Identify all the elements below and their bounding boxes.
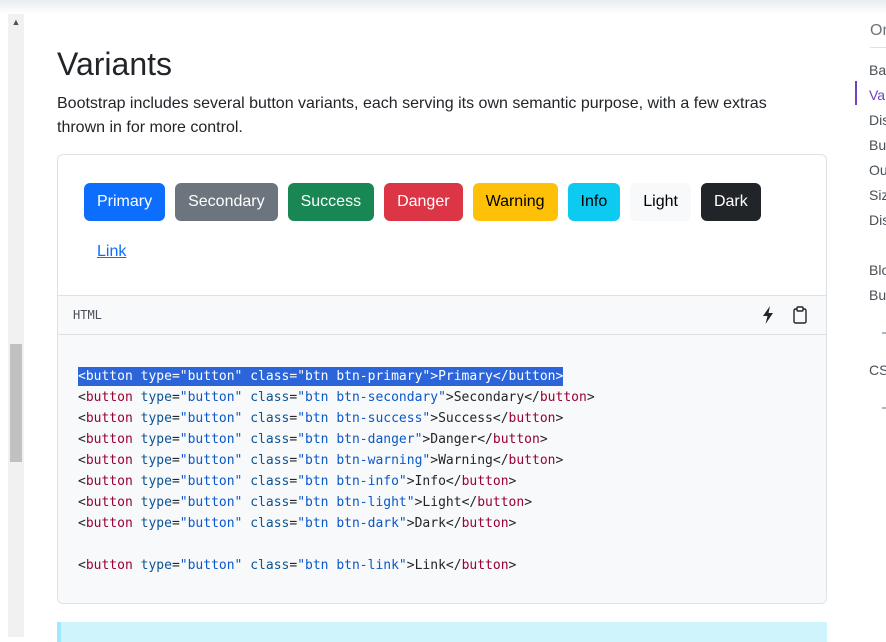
code-line: <button type="button" class="btn btn-pri… — [78, 366, 826, 387]
info-button[interactable]: Info — [567, 183, 621, 221]
code-toolbar: HTML — [58, 295, 826, 335]
button-row: Primary Secondary Success Danger Warning Info… — [84, 183, 826, 283]
toc-subitem-marker — [882, 407, 886, 409]
code-line: <button type="button" class="btn btn-lig… — [78, 495, 533, 510]
selected-code: <button type="button" class="btn btn-pri… — [78, 367, 564, 386]
toc-item[interactable]: Var — [869, 87, 886, 103]
toc-title: On — [870, 22, 886, 39]
danger-button[interactable]: Danger — [384, 183, 463, 221]
code-line: <button type="button" class="btn btn-suc… — [78, 411, 564, 426]
toc-item[interactable]: Dis — [869, 112, 886, 128]
section-lead: Bootstrap includes several button varian… — [57, 95, 767, 136]
section-title: Variants — [57, 46, 173, 82]
example-card: Primary Secondary Success Danger Warning Info… — [57, 154, 827, 604]
code-line: <button type="button" class="btn btn-dar… — [78, 516, 517, 531]
primary-button[interactable]: Primary — [84, 183, 166, 221]
link-button[interactable]: Link — [84, 233, 139, 271]
code-line: <button type="button" class="btn btn-dan… — [78, 432, 548, 447]
secondary-button[interactable]: Secondary — [175, 183, 278, 221]
toc-divider — [870, 47, 886, 48]
success-button[interactable]: Success — [287, 183, 375, 221]
button-demo: Primary Secondary Success Danger Warning Info… — [58, 155, 826, 295]
toc-item[interactable]: Ou — [869, 162, 886, 178]
lightning-icon[interactable] — [760, 306, 776, 324]
toc-item[interactable]: CS — [869, 362, 886, 378]
light-button[interactable]: Light — [630, 183, 691, 221]
warning-button[interactable]: Warning — [472, 183, 558, 221]
toc-item[interactable]: Bu — [869, 287, 886, 303]
code-line: <button type="button" class="btn btn-lin… — [78, 558, 517, 573]
toc-item[interactable]: Bu — [869, 137, 886, 153]
toc-subitem-marker — [882, 332, 886, 334]
toc-item[interactable]: Siz — [869, 187, 886, 203]
code-line: <button type="button" class="btn btn-sec… — [78, 390, 595, 405]
dark-button[interactable]: Dark — [700, 183, 761, 221]
code-line: <button type="button" class="btn btn-war… — [78, 453, 564, 468]
toc-item[interactable]: Ba — [869, 62, 886, 78]
clipboard-icon[interactable] — [792, 306, 808, 324]
top-bar — [0, 0, 886, 14]
code-block[interactable]: <button type="button" class="btn btn-pri… — [58, 335, 826, 603]
info-callout — [57, 622, 827, 642]
scrollbar-thumb[interactable] — [10, 344, 22, 462]
toc-active-marker — [855, 81, 857, 105]
scrollbar[interactable]: ▲ — [8, 14, 24, 637]
toc-item[interactable]: Blo — [869, 262, 886, 278]
toc-item[interactable]: Dis — [869, 212, 886, 228]
main-content: Variants Bootstrap includes several butt… — [57, 40, 827, 140]
scroll-up-arrow-icon[interactable]: ▲ — [8, 16, 24, 28]
code-language-label: HTML — [73, 308, 102, 322]
code-line: <button type="button" class="btn btn-inf… — [78, 474, 517, 489]
